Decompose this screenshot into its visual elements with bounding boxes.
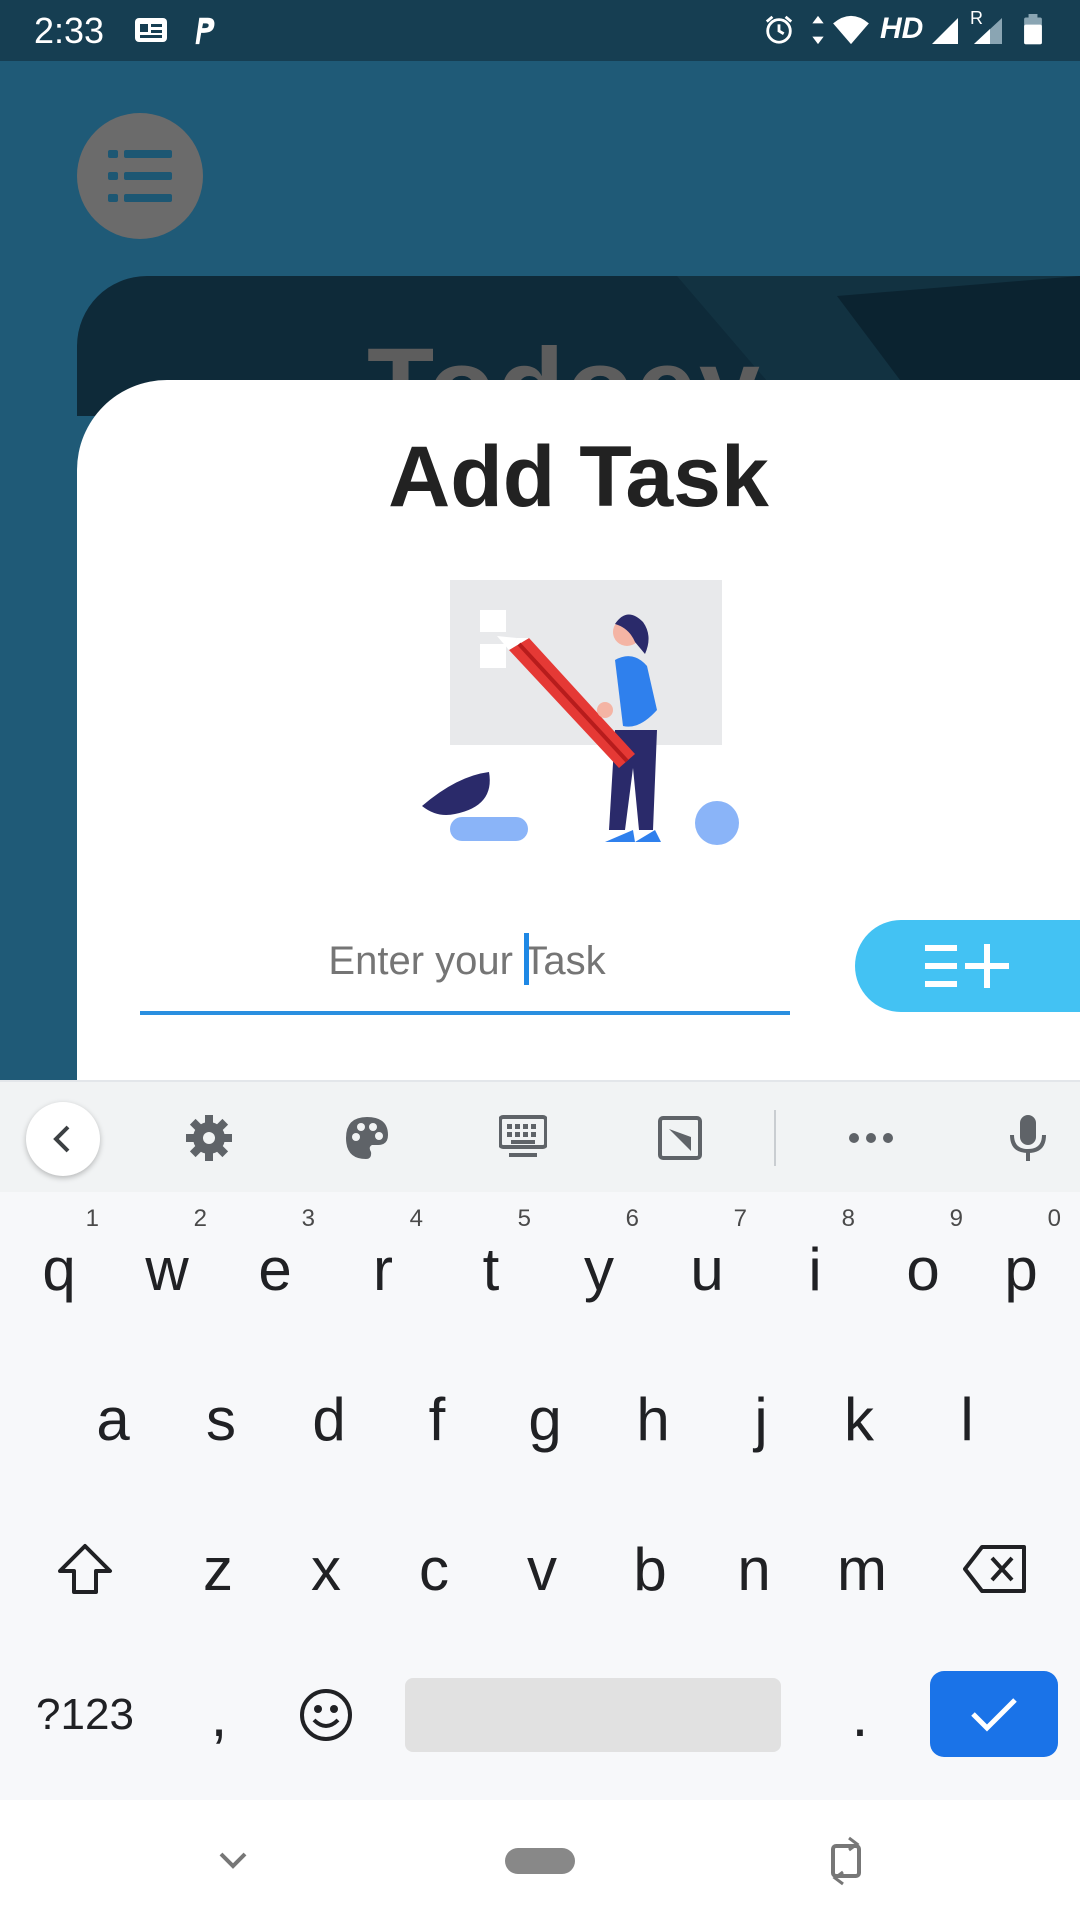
palette-icon	[346, 1117, 388, 1159]
add-task-button[interactable]	[855, 920, 1080, 1012]
key-q[interactable]: 1q	[5, 1199, 113, 1339]
key-w[interactable]: 2w	[113, 1199, 221, 1339]
status-time: 2:33	[34, 10, 105, 51]
rotate-icon[interactable]	[829, 1836, 863, 1886]
news-icon	[135, 18, 167, 42]
key-s[interactable]: s	[167, 1349, 275, 1489]
keyboard-layout-button[interactable]	[495, 1110, 551, 1166]
key-g[interactable]: g	[491, 1349, 599, 1489]
text-cursor	[524, 933, 529, 985]
backspace-icon	[963, 1545, 1026, 1593]
wifi-icon	[833, 15, 869, 45]
key-x[interactable]: x	[272, 1499, 380, 1639]
key-m[interactable]: m	[808, 1499, 916, 1639]
key-h[interactable]: h	[599, 1349, 707, 1489]
keyboard-back-button[interactable]	[26, 1102, 100, 1176]
key-c[interactable]: c	[380, 1499, 488, 1639]
navigation-bar	[0, 1800, 1080, 1920]
keyboard-mode-button[interactable]	[652, 1110, 708, 1166]
keyboard-icon	[499, 1115, 547, 1157]
alarm-icon	[765, 15, 793, 44]
toolbar-divider	[774, 1110, 776, 1166]
emoji-icon	[300, 1689, 352, 1741]
signal-icon	[932, 18, 958, 44]
sheet-title: Add Task	[388, 429, 769, 525]
illustration-woman-pencil	[422, 580, 739, 845]
menu-button[interactable]	[77, 113, 203, 239]
key-o[interactable]: 9o	[869, 1199, 977, 1339]
add-task-sheet: Add Task	[77, 380, 1080, 1080]
keyboard-more-button[interactable]	[843, 1110, 899, 1166]
shift-key[interactable]	[30, 1499, 140, 1639]
one-handed-icon	[658, 1116, 702, 1160]
battery-icon	[1024, 14, 1042, 45]
space-key[interactable]	[405, 1678, 781, 1752]
comma-key[interactable]: ,	[165, 1645, 273, 1785]
task-input-container	[140, 915, 794, 1015]
key-z[interactable]: z	[164, 1499, 272, 1639]
microphone-icon	[1010, 1115, 1046, 1161]
key-e[interactable]: 3e	[221, 1199, 329, 1339]
chevron-left-icon	[53, 1125, 70, 1153]
key-n[interactable]: n	[700, 1499, 808, 1639]
playlist-add-icon	[924, 944, 1009, 988]
check-icon	[971, 1698, 1017, 1732]
home-pill[interactable]	[505, 1848, 575, 1874]
data-arrows-icon	[812, 15, 824, 45]
keyboard-toolbar	[0, 1082, 1080, 1192]
key-k[interactable]: k	[805, 1349, 913, 1489]
gear-icon	[186, 1115, 232, 1161]
key-f[interactable]: f	[383, 1349, 491, 1489]
signal-roaming-icon	[974, 18, 1002, 44]
network-type-label: HD	[880, 12, 924, 45]
task-input[interactable]	[140, 915, 794, 1007]
key-a[interactable]: a	[59, 1349, 167, 1489]
keyboard-settings-button[interactable]	[181, 1110, 237, 1166]
key-y[interactable]: 6y	[545, 1199, 653, 1339]
enter-key[interactable]	[930, 1671, 1058, 1757]
voice-input-button[interactable]	[1000, 1110, 1056, 1166]
key-i[interactable]: 8i	[761, 1199, 869, 1339]
key-t[interactable]: 5t	[437, 1199, 545, 1339]
soft-keyboard: 1q 2w 3e 4r 5t 6y 7u 8i 9o 0p a s d f g …	[0, 1080, 1080, 1802]
key-j[interactable]: j	[707, 1349, 815, 1489]
emoji-key[interactable]	[272, 1645, 380, 1785]
backspace-key[interactable]	[940, 1499, 1050, 1639]
shift-icon	[58, 1544, 112, 1594]
list-icon	[108, 150, 172, 202]
key-l[interactable]: l	[913, 1349, 1021, 1489]
parking-app-icon	[195, 17, 215, 45]
status-bar: 2:33 HD R	[0, 0, 1080, 61]
key-r[interactable]: 4r	[329, 1199, 437, 1339]
more-horiz-icon	[849, 1133, 893, 1143]
key-b[interactable]: b	[596, 1499, 704, 1639]
key-u[interactable]: 7u	[653, 1199, 761, 1339]
key-d[interactable]: d	[275, 1349, 383, 1489]
keyboard-theme-button[interactable]	[339, 1110, 395, 1166]
symbols-key[interactable]: ?123	[20, 1645, 150, 1785]
key-v[interactable]: v	[488, 1499, 596, 1639]
period-key[interactable]: .	[806, 1645, 914, 1785]
key-p[interactable]: 0p	[967, 1199, 1075, 1339]
hide-keyboard-icon[interactable]	[218, 1850, 248, 1870]
